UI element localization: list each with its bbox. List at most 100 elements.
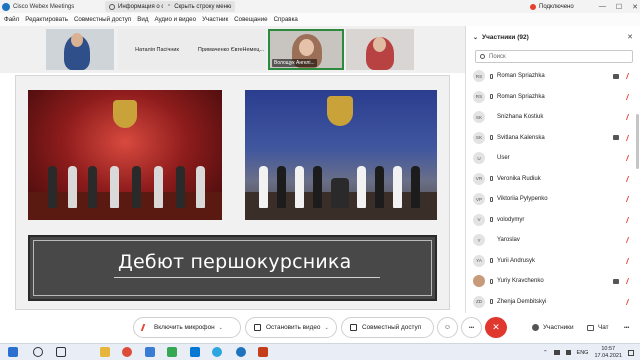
- stop-video-button[interactable]: Остановить видео ⌄: [245, 317, 337, 338]
- mic-muted-icon[interactable]: [625, 196, 634, 203]
- notifications-icon[interactable]: [628, 349, 634, 356]
- panel-options-button[interactable]: •••: [624, 317, 629, 338]
- participant-row[interactable]: VR Veronika Rudiuk: [466, 169, 640, 190]
- participant-row[interactable]: Vvolodymyr: [466, 210, 640, 231]
- windows-start-icon[interactable]: [8, 347, 18, 357]
- volume-icon[interactable]: [565, 350, 571, 355]
- clock-time: 10:57: [601, 345, 616, 352]
- chrome-icon[interactable]: [122, 347, 132, 357]
- participant-row[interactable]: ZD Zhenja Dembitskyi: [466, 292, 640, 313]
- student-figure: [375, 166, 384, 208]
- chat-button[interactable]: Чат: [587, 317, 609, 338]
- video-tile[interactable]: Наталія Пасічник: [118, 29, 196, 70]
- mic-muted-icon[interactable]: [625, 237, 634, 244]
- close-icon: ✕: [492, 322, 500, 332]
- participant-row[interactable]: SK Svitlana Kalenska: [466, 128, 640, 149]
- participant-row[interactable]: Y Yaroslav: [466, 230, 640, 251]
- file-explorer-icon[interactable]: [100, 347, 110, 357]
- close-window-button[interactable]: ✕: [632, 3, 638, 11]
- webex-icon[interactable]: [236, 347, 246, 357]
- mic-muted-icon[interactable]: [625, 114, 634, 121]
- participant-row[interactable]: U User: [466, 148, 640, 169]
- participant-row[interactable]: SK Snizhana Kostiuk: [466, 107, 640, 128]
- menu-item-view[interactable]: Вид: [137, 16, 148, 23]
- mic-muted-icon[interactable]: [625, 155, 634, 162]
- participant-row[interactable]: RS Roman Spriazhka: [466, 87, 640, 108]
- phone-icon: [489, 299, 494, 305]
- dancer-figure: [176, 166, 185, 208]
- network-icon[interactable]: [553, 350, 560, 355]
- mic-muted-icon[interactable]: [625, 73, 634, 80]
- participant-row[interactable]: Yuriy Kravchenko: [466, 271, 640, 292]
- menu-item-file[interactable]: Файл: [4, 16, 19, 23]
- minimize-button[interactable]: —: [599, 3, 606, 10]
- chat-label: Чат: [598, 324, 609, 331]
- avatar: VR: [473, 172, 485, 185]
- slide-title-box: Дебют першокурсника: [28, 235, 437, 301]
- info-icon: [109, 3, 115, 10]
- participant-name: Zhenja Dembitskyi: [497, 298, 547, 305]
- store-icon[interactable]: [190, 347, 200, 357]
- close-panel-icon[interactable]: ✕: [627, 33, 633, 41]
- menu-item-audio-video[interactable]: Аудио и видео: [154, 16, 196, 23]
- chevron-down-icon[interactable]: ⌄: [473, 34, 478, 41]
- menu-item-share[interactable]: Совместный доступ: [74, 16, 131, 23]
- mic-muted-icon[interactable]: [625, 216, 634, 223]
- tray-chevron-icon[interactable]: ⌃: [543, 350, 548, 356]
- mic-muted-icon[interactable]: [625, 257, 634, 264]
- app-icon[interactable]: [167, 347, 177, 357]
- device-placeholder: [489, 155, 494, 161]
- stage-floor: [28, 192, 222, 220]
- participant-search[interactable]: Поиск: [475, 50, 633, 63]
- mic-muted-icon[interactable]: [625, 278, 634, 285]
- video-tile-active-speaker[interactable]: Волощук Ангелі...: [268, 29, 344, 70]
- participants-scrollbar[interactable]: [636, 114, 639, 169]
- chevron-down-icon[interactable]: ⌄: [324, 325, 328, 331]
- menu-item-meeting[interactable]: Совещание: [234, 16, 267, 23]
- share-button[interactable]: Совместный доступ: [341, 317, 434, 338]
- participant-name: Viktoriia Pylypenko: [497, 196, 548, 203]
- participants-toggle-label: Участники: [543, 324, 574, 331]
- avatar: RS: [473, 70, 485, 83]
- avatar: [473, 275, 485, 288]
- mic-muted-icon[interactable]: [625, 298, 634, 305]
- task-view-icon[interactable]: [56, 347, 66, 357]
- participant-row[interactable]: VP Viktoriia Pylypenko: [466, 189, 640, 210]
- unmute-button[interactable]: Включить микрофон ⌄: [133, 317, 241, 338]
- phone-icon: [489, 258, 494, 264]
- video-tile[interactable]: [346, 29, 414, 70]
- mic-muted-icon[interactable]: [625, 175, 634, 182]
- maximize-button[interactable]: ☐: [616, 3, 622, 11]
- student-figure: [393, 166, 402, 208]
- participant-face: [71, 33, 83, 47]
- powerpoint-icon[interactable]: [258, 347, 268, 357]
- telegram-icon[interactable]: [212, 347, 222, 357]
- connection-status: Подключено: [530, 0, 574, 13]
- clock[interactable]: 10:57 17.04.2021: [594, 346, 622, 360]
- participant-name: Snizhana Kostiuk: [497, 114, 544, 121]
- mic-muted-icon[interactable]: [625, 93, 634, 100]
- more-options-button[interactable]: •••: [461, 317, 482, 338]
- chevron-down-icon[interactable]: ⌄: [219, 325, 223, 331]
- search-icon: [480, 54, 485, 59]
- menu-item-participant[interactable]: Участник: [202, 16, 228, 23]
- video-tile[interactable]: Примаченко ЄвгеНемец...: [196, 29, 266, 70]
- video-tile[interactable]: [46, 29, 114, 70]
- mail-icon[interactable]: [145, 347, 155, 357]
- menu-item-edit[interactable]: Редактировать: [25, 16, 68, 23]
- search-icon[interactable]: [33, 347, 43, 357]
- participant-name: User: [497, 155, 510, 162]
- guitarist-figure: [331, 178, 349, 208]
- leave-meeting-button[interactable]: ✕: [485, 317, 507, 338]
- participant-name: Наталія Пасічник: [135, 46, 179, 53]
- participants-toggle-button[interactable]: Участники: [532, 317, 574, 338]
- menu-item-help[interactable]: Справка: [274, 16, 298, 23]
- participant-row[interactable]: YA Yurii Andrusyk: [466, 251, 640, 272]
- keyboard-language[interactable]: ENG: [577, 350, 589, 356]
- reactions-button[interactable]: ☺: [437, 317, 458, 338]
- hide-menu-button[interactable]: ⌃ Скрыть строку меню: [163, 1, 236, 12]
- participant-row[interactable]: RS Roman Spriazhka: [466, 66, 640, 87]
- system-tray: ⌃ ENG 10:57 17.04.2021: [543, 344, 634, 361]
- mic-muted-icon[interactable]: [625, 134, 634, 141]
- participants-header[interactable]: ⌄ Участники (92) ✕: [466, 26, 640, 48]
